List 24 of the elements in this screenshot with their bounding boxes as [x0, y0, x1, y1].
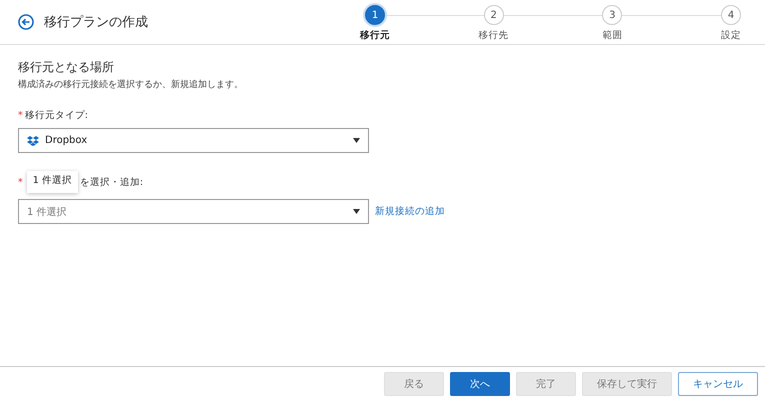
dropbox-icon: [27, 136, 39, 146]
field-label: 移行元タイプ:: [24, 109, 88, 122]
field-label: を選択・追加:: [80, 176, 144, 188]
footer-button[interactable]: 次へ: [450, 372, 510, 396]
step-number: 1: [365, 5, 385, 25]
step-label: 移行元: [360, 29, 390, 42]
caret-icon: [353, 138, 360, 143]
step-label: 移行先: [478, 29, 509, 42]
tooltip: 1 件選択: [26, 171, 78, 193]
required-mark: *: [18, 110, 23, 121]
source-type-dropdown[interactable]: Dropbox: [18, 128, 369, 153]
footer-button[interactable]: キャンセル: [678, 372, 758, 396]
section-title: 移行元となる場所: [18, 59, 115, 76]
step-number: 4: [721, 5, 742, 25]
page-title: 移行プランの作成: [44, 14, 148, 31]
required-mark: *: [18, 176, 23, 188]
step-label: 範囲: [602, 29, 622, 42]
step-number: 3: [602, 5, 622, 25]
step-number: 2: [484, 5, 504, 25]
step-label: 設定: [721, 29, 742, 42]
add-connection-link[interactable]: 新規接続の追加: [375, 205, 445, 218]
connection-dropdown[interactable]: 1 件選択: [18, 199, 369, 224]
caret-icon: [353, 209, 360, 214]
section-description: 構成済みの移行元接続を選択するか、新規追加します。: [18, 78, 244, 91]
